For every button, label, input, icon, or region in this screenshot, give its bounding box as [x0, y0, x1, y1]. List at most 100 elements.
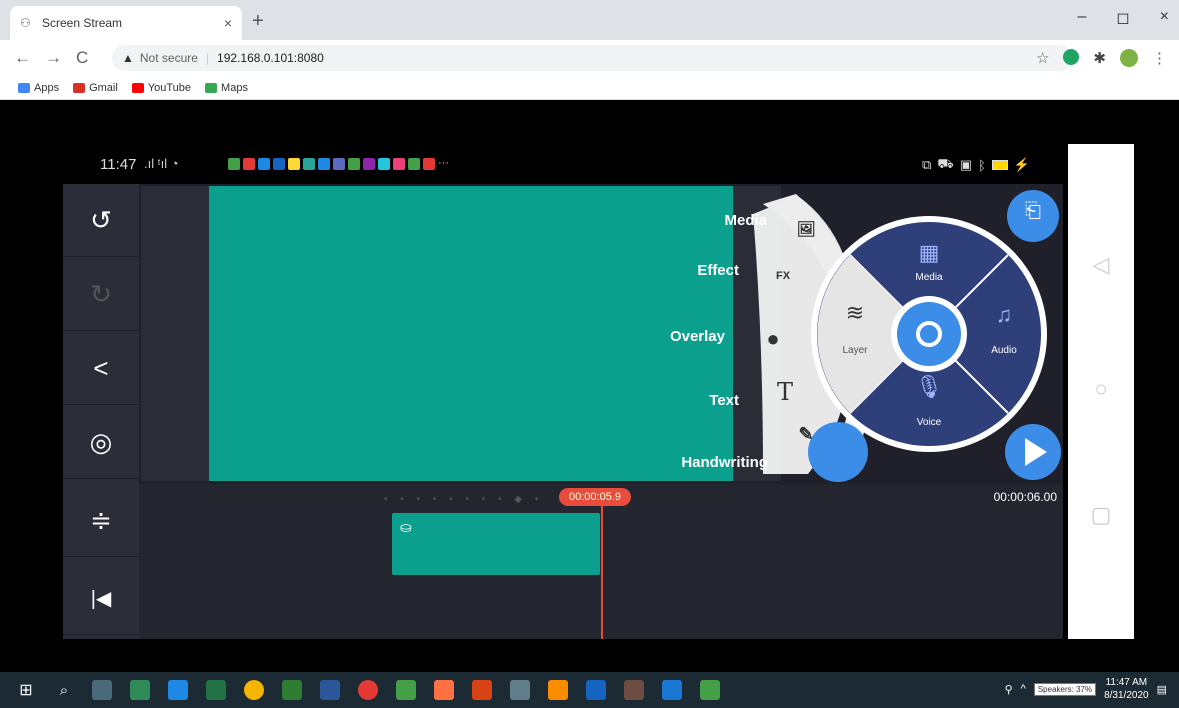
close-window-icon[interactable]: × — [1160, 8, 1169, 28]
address-bar[interactable]: ▲ Not secure | 192.168.0.101:8080 — [112, 45, 1072, 71]
kebab-menu-icon[interactable]: ⋮ — [1152, 49, 1167, 67]
car-icon: ⛟ — [937, 156, 954, 171]
vibrate-icon: ▣ — [959, 157, 972, 172]
forward-icon[interactable]: → — [45, 48, 62, 68]
notification-icon — [288, 158, 300, 170]
notification-icon — [393, 158, 405, 170]
bookmark-youtube[interactable]: YouTube — [131, 81, 192, 94]
fan-item-handwriting[interactable]: Handwriting — [633, 454, 768, 471]
wheel-layer-label[interactable]: Layer — [825, 345, 885, 356]
app-icon[interactable] — [434, 680, 454, 700]
extension-icon[interactable] — [1063, 49, 1080, 65]
maps-icon — [205, 82, 218, 93]
playhead-time-badge[interactable]: 00:00:05.9 — [559, 488, 631, 506]
notification-icon — [348, 158, 360, 170]
url-text[interactable]: 192.168.0.101:8080 — [217, 51, 324, 65]
tab-close-icon[interactable]: × — [224, 15, 232, 31]
search-icon[interactable]: ⌕ — [54, 682, 74, 699]
app-icon[interactable] — [130, 680, 150, 700]
cast-icon: ⧉ — [922, 157, 932, 172]
maximize-icon[interactable]: ◻ — [1116, 8, 1129, 28]
app-icon[interactable] — [92, 680, 112, 700]
security-label: Not secure — [139, 51, 198, 65]
tray-date: 8/31/2020 — [1104, 690, 1149, 701]
app-icon[interactable] — [168, 680, 188, 700]
media-folder-icon[interactable]: ▦ — [909, 240, 949, 266]
bookmark-label: YouTube — [147, 81, 192, 94]
playhead-line[interactable] — [601, 506, 603, 639]
app-icon[interactable] — [662, 680, 682, 700]
divider: | — [205, 51, 210, 65]
timeline-clip[interactable]: ⛀ — [392, 513, 600, 575]
opera-icon[interactable] — [358, 680, 378, 700]
timeline[interactable]: • • • • • • • • ◆ • 00:00:05.9 ⛀ 00:00:0… — [139, 484, 1063, 639]
notification-icon — [273, 158, 285, 170]
notification-icon — [258, 158, 270, 170]
notification-icon — [318, 158, 330, 170]
timeline-adjust-icon: ≑ — [90, 504, 112, 535]
notification-icon — [333, 158, 345, 170]
phone-status-bar: 11:47 .ıl ᵗıl ◔ ··· ⧉ ⛟ ▣ ᛒ ⚡ — [100, 156, 1030, 178]
warning-icon[interactable]: ▲ — [122, 51, 134, 65]
app-icon[interactable] — [548, 680, 568, 700]
android-home-icon[interactable]: ○ — [1088, 376, 1114, 402]
tray-clock[interactable]: 11:47 AM 8/31/2020 — [1104, 676, 1149, 702]
chrome-icon[interactable] — [244, 680, 264, 700]
bookmark-apps[interactable]: Apps — [18, 82, 59, 94]
wheel-media-label[interactable]: Media — [899, 272, 959, 283]
reload-icon[interactable]: C — [76, 48, 88, 68]
browser-tab[interactable]: ⚇ Screen Stream × — [10, 6, 242, 40]
excel-icon[interactable] — [206, 680, 226, 700]
effect-fx-icon[interactable]: FX — [768, 270, 798, 282]
wheel-audio-label[interactable]: Audio — [974, 345, 1034, 356]
layer-stack-icon[interactable]: ≋ — [835, 300, 875, 326]
text-t-icon[interactable]: T — [770, 378, 800, 406]
android-nav-bar: ◁ ○ ▢ — [1068, 144, 1134, 639]
timeline-adjust-button[interactable]: ≑ — [63, 484, 139, 557]
tab-title: Screen Stream — [42, 16, 123, 30]
app-icon[interactable] — [586, 680, 606, 700]
fan-item-overlay[interactable]: Overlay — [643, 328, 725, 345]
extensions-puzzle-icon[interactable]: ✱ — [1093, 49, 1106, 67]
app-icon[interactable] — [396, 680, 416, 700]
fan-item-text[interactable]: Text — [663, 392, 739, 409]
app-icon[interactable] — [472, 680, 492, 700]
bookmark-maps[interactable]: Maps — [205, 82, 248, 94]
phone-time: 11:47 — [100, 156, 137, 173]
minimize-icon[interactable]: – — [1077, 8, 1086, 28]
charging-icon: ⚡ — [1013, 157, 1030, 172]
audio-note-icon[interactable]: ♫ — [984, 302, 1024, 328]
wheel-voice-label[interactable]: Voice — [899, 417, 959, 428]
fan-item-effect[interactable]: Effect — [673, 262, 739, 279]
bookmarks-bar: Apps Gmail YouTube Maps — [0, 76, 1179, 100]
more-notifications: ··· — [438, 157, 449, 169]
app-icon[interactable] — [700, 680, 720, 700]
android-recents-icon[interactable]: ▢ — [1088, 502, 1114, 528]
handwriting-icon[interactable]: ✎ — [791, 424, 821, 445]
profile-avatar[interactable] — [1120, 49, 1138, 67]
notification-icon — [363, 158, 375, 170]
gmail-icon — [73, 82, 86, 93]
fan-item-media[interactable]: Media — [703, 212, 767, 229]
people-icon[interactable]: ⚲ — [1005, 683, 1013, 696]
bookmark-gmail[interactable]: Gmail — [73, 82, 118, 94]
app-icon[interactable] — [624, 680, 644, 700]
app-icon[interactable] — [282, 680, 302, 700]
windows-start-icon[interactable]: ⊞ — [16, 680, 36, 700]
exit-icon[interactable]: ⎗ — [1013, 200, 1053, 223]
back-icon[interactable]: ← — [14, 48, 31, 68]
notification-icon — [423, 158, 435, 170]
skip-to-start-button[interactable]: |◀ — [63, 562, 139, 635]
kinemaster-editor: ↺ ↻ < ◎ ≑ |◀ Media 🖼 Effect FX Overlay ●… — [63, 184, 1063, 639]
window-controls: – ◻ × — [1077, 8, 1169, 28]
tray-chevron-icon[interactable]: ^ — [1021, 683, 1026, 695]
voice-mic-icon[interactable]: 🎙 — [909, 374, 949, 400]
media-icon[interactable]: 🖼 — [791, 220, 821, 238]
word-icon[interactable] — [320, 680, 340, 700]
new-tab-button[interactable]: + — [252, 10, 264, 33]
android-back-icon[interactable]: ◁ — [1088, 252, 1114, 278]
notifications-icon[interactable]: ▤ — [1157, 683, 1167, 696]
overlay-icon[interactable]: ● — [758, 326, 788, 352]
bookmark-star-icon[interactable]: ☆ — [1036, 49, 1049, 67]
app-icon[interactable] — [510, 680, 530, 700]
